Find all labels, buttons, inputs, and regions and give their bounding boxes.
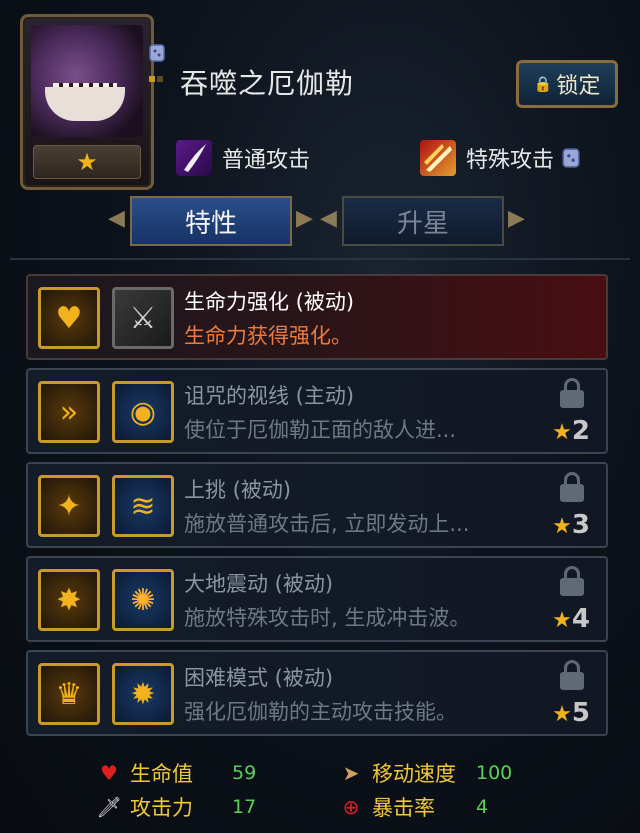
stat-value: 4 bbox=[476, 796, 489, 818]
boot-icon: ➤ bbox=[342, 761, 360, 785]
sword-icon: 🗡 bbox=[96, 795, 122, 819]
padlock-icon bbox=[560, 660, 584, 690]
stat-value: 100 bbox=[476, 762, 513, 784]
tab-right-arrow-icon: ▶ bbox=[296, 206, 313, 231]
skill-desc: 施放特殊攻击时, 生成冲击波。 bbox=[184, 606, 471, 630]
claw-slash-icon: ≋ bbox=[112, 475, 174, 537]
heart-body-icon: ♥ bbox=[38, 287, 100, 349]
skill-row[interactable]: ✦ ≋ 上挑 (被动) 施放普通攻击后, 立即发动上... ★3 bbox=[26, 462, 608, 548]
padlock-icon bbox=[560, 472, 584, 502]
padlock-icon bbox=[560, 566, 584, 596]
star-icon: ★ bbox=[552, 702, 572, 727]
character-name: 吞噬之厄伽勒 bbox=[180, 67, 355, 100]
tab-left-arrow-icon: ◀ bbox=[108, 206, 125, 231]
star-icon: ★ bbox=[552, 514, 572, 539]
dash-icon: » bbox=[38, 381, 100, 443]
star-requirement: ★5 bbox=[552, 698, 590, 728]
sword-skill-icon: ⚔ bbox=[112, 287, 174, 349]
gem-icon bbox=[562, 148, 580, 168]
crosshair-icon: ⊕ bbox=[342, 795, 360, 819]
stat-label: 移动速度 bbox=[372, 762, 456, 786]
skill-desc: 强化厄伽勒的主动攻击技能。 bbox=[184, 700, 457, 724]
tab-traits[interactable]: 特性 bbox=[130, 196, 292, 246]
burst-icon: ✹ bbox=[112, 663, 174, 725]
power-up-icon: ♛ bbox=[38, 663, 100, 725]
lock-button-label: 锁定 bbox=[556, 74, 601, 99]
star-requirement: ★4 bbox=[552, 604, 590, 634]
stat-label: 生命值 bbox=[130, 762, 193, 786]
stat-hp: ♥ 生命值 59 bbox=[96, 758, 316, 788]
skill-row[interactable]: ♥ ⚔ 生命力强化 (被动) 生命力获得强化。 bbox=[26, 274, 608, 360]
special-attack[interactable]: 特殊攻击 bbox=[420, 140, 582, 176]
stat-label: 攻击力 bbox=[130, 796, 193, 820]
star-rating: ★ bbox=[33, 145, 141, 179]
gem-icon bbox=[149, 44, 165, 62]
skill-row[interactable]: ✸ ✺ 大地震动 (被动) 施放特殊攻击时, 生成冲击波。 ★4 bbox=[26, 556, 608, 642]
portrait-image bbox=[31, 25, 143, 137]
special-attack-label: 特殊攻击 bbox=[466, 148, 555, 173]
claw-icon bbox=[176, 140, 212, 176]
star-icon: ★ bbox=[552, 608, 572, 633]
heart-icon: ♥ bbox=[100, 761, 118, 785]
normal-attack[interactable]: 普通攻击 bbox=[176, 140, 310, 176]
star-icon: ★ bbox=[552, 420, 572, 445]
normal-attack-label: 普通攻击 bbox=[222, 148, 311, 173]
stat-value: 17 bbox=[232, 796, 257, 818]
eye-icon: ◉ bbox=[112, 381, 174, 443]
skill-row[interactable]: ♛ ✹ 困难模式 (被动) 强化厄伽勒的主动攻击技能。 ★5 bbox=[26, 650, 608, 736]
tab-star-up[interactable]: 升星 bbox=[342, 196, 504, 246]
uppercut-icon: ✦ bbox=[38, 475, 100, 537]
divider bbox=[10, 258, 630, 260]
stat-move-speed: ➤ 移动速度 100 bbox=[338, 758, 578, 788]
stat-attack: 🗡 攻击力 17 bbox=[96, 792, 316, 822]
lock-icon: 🔒 bbox=[533, 75, 553, 93]
skill-desc: 使位于厄伽勒正面的敌人进... bbox=[184, 418, 457, 442]
shockwave-icon: ✺ bbox=[112, 569, 174, 631]
lock-button[interactable]: 🔒 锁定 bbox=[516, 60, 618, 108]
padlock-icon bbox=[560, 378, 584, 408]
stat-crit: ⊕ 暴击率 4 bbox=[338, 792, 578, 822]
stat-label: 暴击率 bbox=[372, 796, 435, 820]
skill-title: 上挑 (被动) bbox=[184, 478, 292, 502]
stomp-icon: ✸ bbox=[38, 569, 100, 631]
character-panel: ★ 吞噬之厄伽勒 🔒 锁定 普通攻击 特殊攻击 ◀ 特性 ▶ ◀ 升星 ▶ ♥ … bbox=[0, 0, 640, 833]
skill-desc: 生命力获得强化。 bbox=[184, 324, 352, 348]
character-portrait[interactable]: ★ bbox=[20, 14, 165, 190]
skill-title: 大地震动 (被动) bbox=[184, 572, 334, 596]
skill-desc: 施放普通攻击后, 立即发动上... bbox=[184, 512, 470, 536]
rarity-dots bbox=[149, 67, 165, 82]
stat-value: 59 bbox=[232, 762, 257, 784]
star-requirement: ★3 bbox=[552, 510, 590, 540]
skill-title: 生命力强化 (被动) bbox=[184, 290, 355, 314]
skill-title: 诅咒的视线 (主动) bbox=[184, 384, 355, 408]
tab-left-arrow-icon: ◀ bbox=[320, 206, 337, 231]
slash-icon bbox=[420, 140, 456, 176]
star-requirement: ★2 bbox=[552, 416, 590, 446]
skill-title: 困难模式 (被动) bbox=[184, 666, 334, 690]
skill-row[interactable]: » ◉ 诅咒的视线 (主动) 使位于厄伽勒正面的敌人进... ★2 bbox=[26, 368, 608, 454]
tab-right-arrow-icon: ▶ bbox=[508, 206, 525, 231]
